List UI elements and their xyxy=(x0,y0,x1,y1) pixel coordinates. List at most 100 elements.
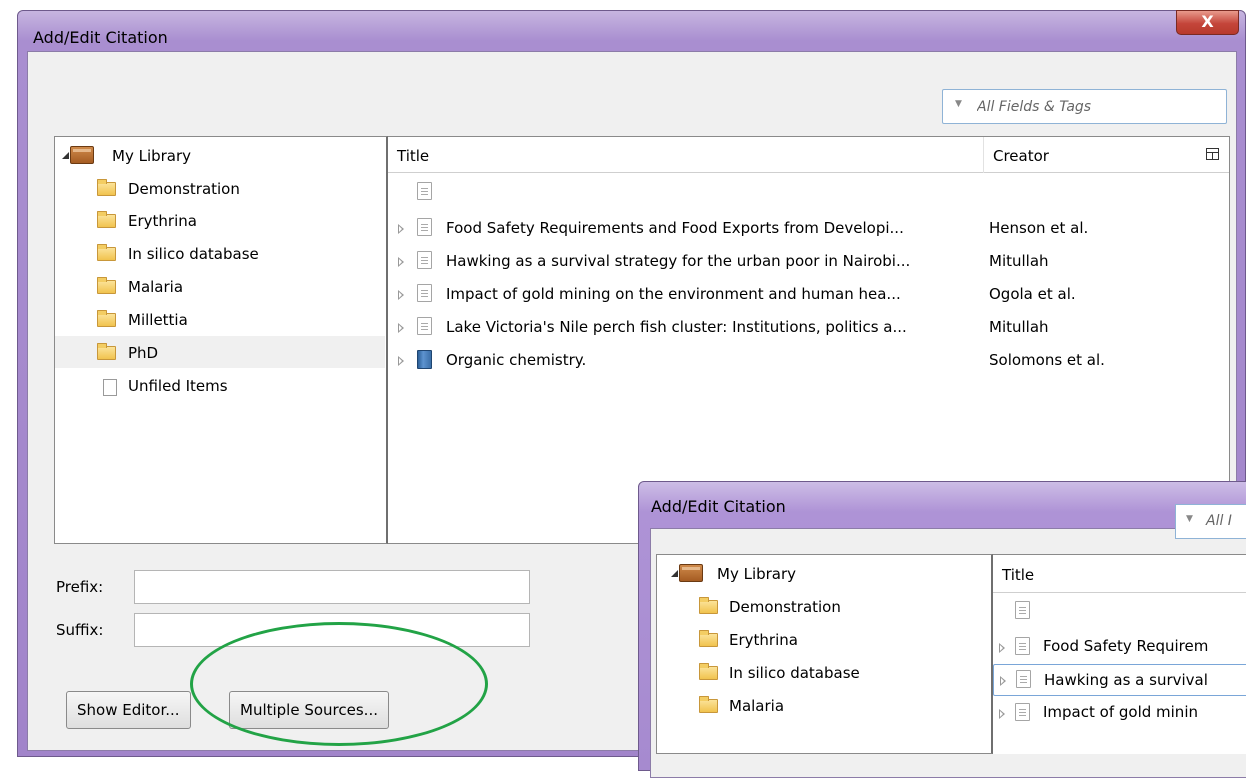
search-input[interactable] xyxy=(975,95,1215,119)
tree-item-label: In silico database xyxy=(128,245,259,263)
document-icon xyxy=(1015,703,1030,721)
document-icon xyxy=(417,218,432,236)
document-icon xyxy=(1015,601,1030,619)
multiple-sources-button[interactable]: Multiple Sources... xyxy=(229,691,389,729)
item-row[interactable]: Food Safety Requirem xyxy=(993,631,1246,663)
tree-item-label: Malaria xyxy=(128,278,184,296)
items-pane: Title Food Safety Requirem Hawking as a … xyxy=(993,554,1246,754)
tree-item-label: Erythrina xyxy=(729,631,798,649)
item-row[interactable]: Hawking as a survival xyxy=(993,664,1246,696)
tree-item-label: Demonstration xyxy=(128,180,240,198)
expand-arrow-icon[interactable] xyxy=(999,643,1005,653)
document-icon xyxy=(1015,637,1030,655)
folder-icon xyxy=(699,630,718,647)
tree-item-label: PhD xyxy=(128,344,159,362)
suffix-field[interactable] xyxy=(134,613,530,647)
folder-icon xyxy=(699,696,718,713)
library-icon xyxy=(70,146,94,164)
column-separator[interactable] xyxy=(983,137,984,173)
prefix-label: Prefix: xyxy=(56,578,104,596)
item-title: Impact of gold mining on the environment… xyxy=(446,285,901,303)
tree-item-in-silico-database[interactable]: In silico database xyxy=(55,237,385,269)
item-row[interactable] xyxy=(388,179,1228,211)
tree-item-phd[interactable]: PhD xyxy=(55,336,385,368)
item-title: Food Safety Requirements and Food Export… xyxy=(446,219,904,237)
tree-item-label: Millettia xyxy=(128,311,188,329)
tree-item-label: My Library xyxy=(717,565,797,583)
expand-arrow-icon[interactable] xyxy=(398,257,404,267)
folder-icon xyxy=(97,277,116,294)
item-title: Impact of gold minin xyxy=(1043,703,1198,721)
expand-arrow-icon[interactable] xyxy=(398,323,404,333)
item-title: Hawking as a survival xyxy=(1044,671,1208,689)
folder-icon xyxy=(97,343,116,360)
item-row[interactable]: Impact of gold mining on the environment… xyxy=(388,278,1228,310)
expand-arrow-icon[interactable] xyxy=(62,152,69,159)
search-mode-dropdown-icon[interactable]: ▼ xyxy=(955,99,962,109)
item-row[interactable]: Hawking as a survival strategy for the u… xyxy=(388,245,1228,277)
add-edit-citation-dialog-2: Add/Edit Citation ▼ All I My Library Dem… xyxy=(638,481,1246,778)
tree-item-malaria[interactable]: Malaria xyxy=(55,270,385,302)
tree-item-label: Erythrina xyxy=(128,212,197,230)
item-row[interactable]: Impact of gold minin xyxy=(993,697,1246,729)
title-bar[interactable]: Add/Edit Citation X xyxy=(18,10,1245,51)
show-editor-button[interactable]: Show Editor... xyxy=(66,691,191,729)
item-creator: Henson et al. xyxy=(989,219,1089,237)
item-creator: Mitullah xyxy=(989,318,1049,336)
column-header-title[interactable]: Title xyxy=(1002,566,1034,584)
tree-item-label: Unfiled Items xyxy=(128,377,228,395)
tree-item-label: Demonstration xyxy=(729,598,841,616)
item-title: Lake Victoria's Nile perch fish cluster:… xyxy=(446,318,907,336)
tree-item-millettia[interactable]: Millettia xyxy=(55,303,385,335)
prefix-field[interactable] xyxy=(134,570,530,604)
expand-arrow-icon[interactable] xyxy=(398,356,404,366)
item-row[interactable]: Lake Victoria's Nile perch fish cluster:… xyxy=(388,311,1228,343)
items-header: Title xyxy=(993,555,1246,593)
expand-arrow-icon[interactable] xyxy=(1000,676,1006,686)
suffix-label: Suffix: xyxy=(56,621,104,639)
book-icon xyxy=(417,350,432,369)
document-icon xyxy=(417,182,432,200)
folder-icon xyxy=(699,663,718,680)
column-header-creator[interactable]: Creator xyxy=(993,147,1049,165)
folder-icon xyxy=(97,211,116,228)
item-row[interactable]: Food Safety Requirements and Food Export… xyxy=(388,212,1228,244)
tree-item-my-library[interactable]: My Library xyxy=(55,139,385,171)
item-title: Hawking as a survival strategy for the u… xyxy=(446,252,911,270)
expand-arrow-icon[interactable] xyxy=(398,224,404,234)
column-picker-icon[interactable] xyxy=(1206,148,1219,160)
item-creator: Solomons et al. xyxy=(989,351,1105,369)
tree-item-erythrina[interactable]: Erythrina xyxy=(657,623,987,655)
tree-item-unfiled-items[interactable]: Unfiled Items xyxy=(55,369,385,401)
tree-item-label: Malaria xyxy=(729,697,785,715)
tree-item-label: My Library xyxy=(112,147,192,165)
folder-icon xyxy=(97,310,116,327)
tree-item-demonstration[interactable]: Demonstration xyxy=(55,172,385,204)
column-header-title[interactable]: Title xyxy=(397,147,429,165)
document-icon xyxy=(417,317,432,335)
tree-item-malaria[interactable]: Malaria xyxy=(657,689,987,721)
tree-item-in-silico-database[interactable]: In silico database xyxy=(657,656,987,688)
item-row[interactable]: Organic chemistry. Solomons et al. xyxy=(388,344,1228,376)
tree-item-erythrina[interactable]: Erythrina xyxy=(55,204,385,236)
search-box[interactable]: ▼ All I xyxy=(1175,504,1246,539)
item-title: Organic chemistry. xyxy=(446,351,587,369)
tree-item-demonstration[interactable]: Demonstration xyxy=(657,590,987,622)
search-box[interactable]: ▼ xyxy=(942,89,1227,124)
collections-pane: My Library Demonstration Erythrina In si… xyxy=(656,554,993,754)
expand-arrow-icon[interactable] xyxy=(671,570,678,577)
document-icon xyxy=(1016,670,1031,688)
folder-icon xyxy=(699,597,718,614)
dialog-title: Add/Edit Citation xyxy=(33,28,168,47)
item-title: Food Safety Requirem xyxy=(1043,637,1209,655)
library-icon xyxy=(679,564,703,582)
search-mode-dropdown-icon[interactable]: ▼ xyxy=(1186,514,1193,524)
item-row[interactable] xyxy=(993,598,1246,630)
folder-icon xyxy=(97,244,116,261)
close-button[interactable]: X xyxy=(1176,10,1239,35)
expand-arrow-icon[interactable] xyxy=(999,709,1005,719)
document-icon xyxy=(417,251,432,269)
tree-item-my-library[interactable]: My Library xyxy=(657,557,987,589)
expand-arrow-icon[interactable] xyxy=(398,290,404,300)
unfiled-items-icon xyxy=(99,376,117,396)
